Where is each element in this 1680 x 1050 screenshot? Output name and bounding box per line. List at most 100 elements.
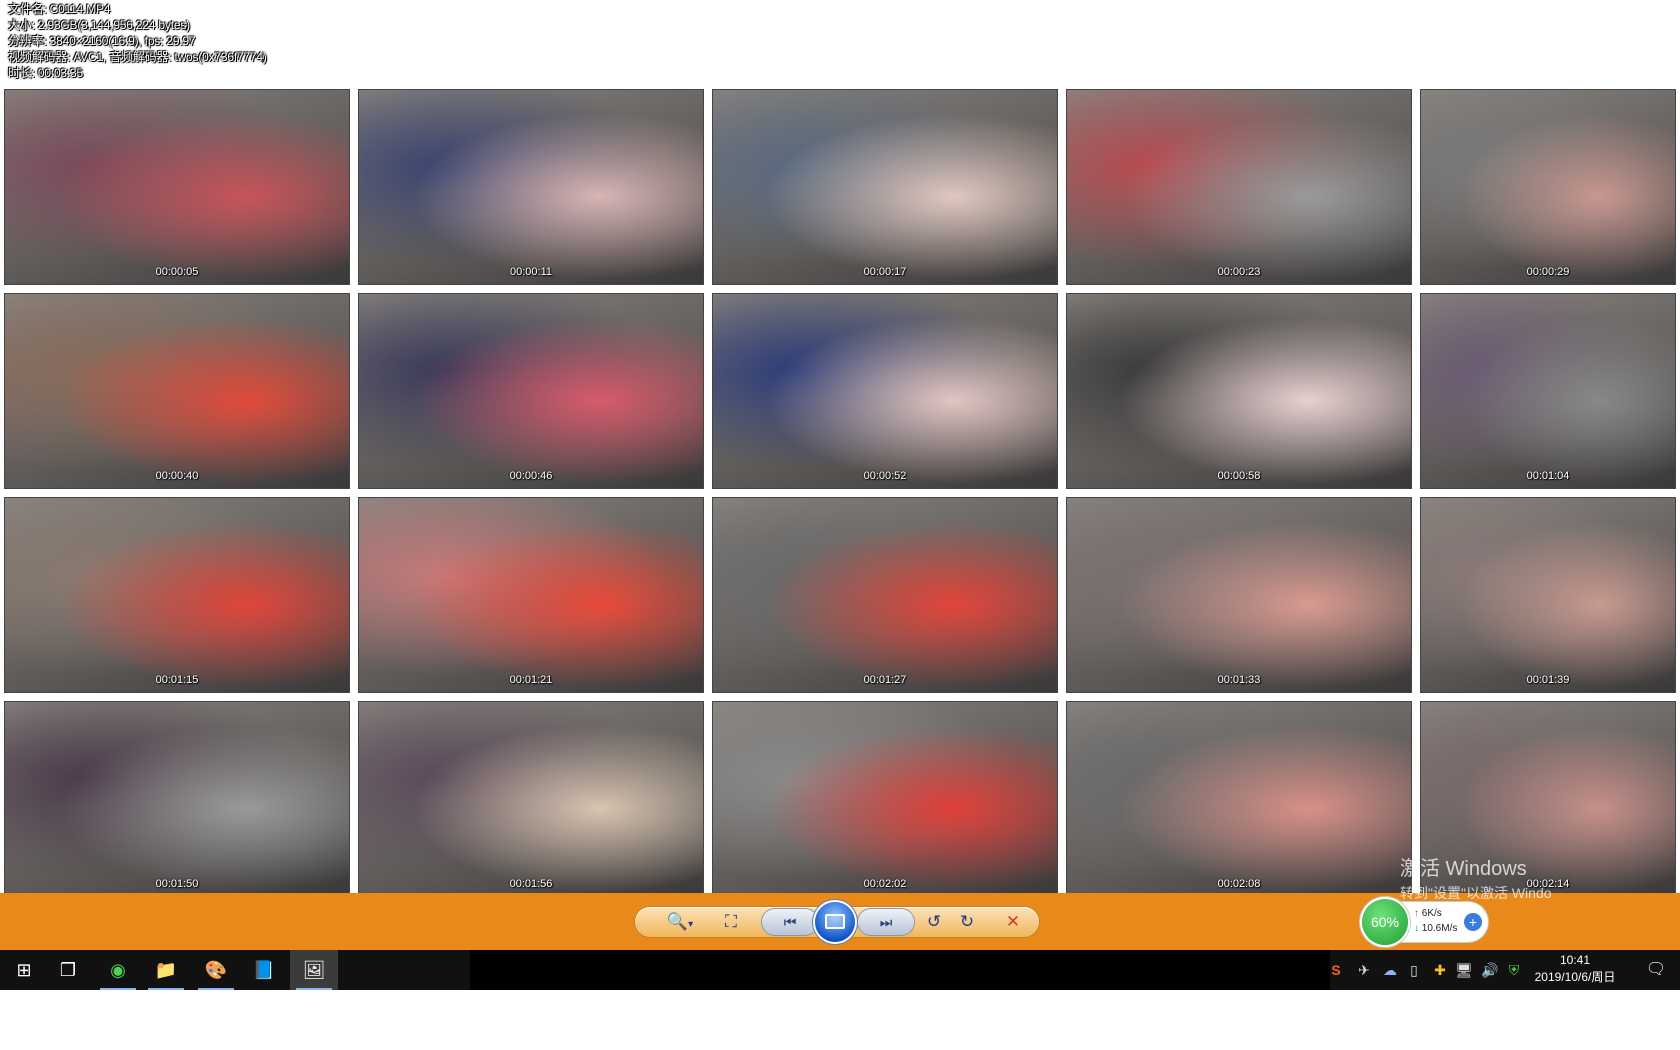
thumbnail-timestamp: 00:00:11 xyxy=(509,266,552,278)
thumbnail-image xyxy=(359,90,703,284)
chevron-down-icon: ▾ xyxy=(688,919,694,930)
image-viewer-icon: 🖼 xyxy=(302,960,326,980)
thumbnail-timestamp: 00:00:05 xyxy=(155,266,199,278)
taskbar-notes[interactable]: 📘 xyxy=(240,950,288,990)
thumbnail[interactable]: 00:00:23 xyxy=(1066,89,1412,285)
next-button[interactable]: ⏭ xyxy=(858,909,914,935)
taskbar-empty-area xyxy=(470,950,1330,990)
thumbnail[interactable]: 00:01:39 xyxy=(1420,497,1676,693)
task-view-icon: ❐ xyxy=(59,960,77,980)
thumbnail-image xyxy=(1067,90,1411,284)
thumbnail[interactable]: 00:01:21 xyxy=(358,497,704,693)
taskbar-file-explorer[interactable]: 📁 xyxy=(142,950,190,990)
sogou-input-icon[interactable]: S xyxy=(1324,950,1348,990)
thumbnail-timestamp: 00:00:23 xyxy=(1217,266,1261,278)
thumbnail-timestamp: 00:00:58 xyxy=(1217,470,1261,482)
thumbnail[interactable]: 00:01:27 xyxy=(712,497,1058,693)
thumbnail-image xyxy=(1421,90,1675,284)
thumbnail[interactable]: 00:01:04 xyxy=(1420,293,1676,489)
start-button[interactable]: ⊞ xyxy=(0,950,48,990)
thumbnail-image xyxy=(713,498,1057,692)
close-icon: ✕ xyxy=(1005,912,1021,931)
clock-date: 2019/10/6/周日 xyxy=(1534,970,1616,984)
taskbar-browser[interactable]: ◉ xyxy=(94,950,142,990)
thumbnail-image xyxy=(359,702,703,896)
next-icon: ⏭ xyxy=(879,914,893,930)
thumbnail[interactable]: 00:00:58 xyxy=(1066,293,1412,489)
file-name-text: 文件名: C0114.MP4 xyxy=(8,2,111,16)
task-view-button[interactable]: ❐ xyxy=(44,950,92,990)
thumbnail-timestamp: 00:00:52 xyxy=(863,470,907,482)
thumbnail-image xyxy=(5,702,349,896)
thumbnail[interactable]: 00:00:46 xyxy=(358,293,704,489)
monitor-icon[interactable]: 🖥 xyxy=(1452,950,1476,990)
zoom-icon: 🔍 xyxy=(666,912,689,931)
plus-icon[interactable]: + xyxy=(1464,913,1482,931)
zoom-button[interactable]: 🔍▾ xyxy=(660,911,700,933)
duration-text: 时长: 00:03:35 xyxy=(8,66,83,80)
taskbar-image-viewer[interactable]: 🖼 xyxy=(290,950,338,990)
upload-speed: ↑ 6K/s xyxy=(1414,908,1442,919)
thumbnail-timestamp: 00:01:27 xyxy=(863,674,907,686)
thumbnail-timestamp: 00:01:50 xyxy=(155,878,199,890)
fit-window-button[interactable]: ⛶ xyxy=(718,911,744,933)
thumbnail[interactable]: 00:00:52 xyxy=(712,293,1058,489)
thumbnail-timestamp: 00:01:21 xyxy=(509,674,553,686)
thumbnail-image xyxy=(359,294,703,488)
watermark-subtitle: 转到"设置"以激活 Windo xyxy=(1400,885,1552,901)
thumbnail-image xyxy=(1067,498,1411,692)
previous-button[interactable]: ⏮ xyxy=(762,909,818,935)
thumbnail-image xyxy=(5,498,349,692)
network-off-icon[interactable]: ✈ xyxy=(1352,950,1376,990)
memory-usage-badge[interactable]: 60% xyxy=(1362,899,1408,945)
thumbnail[interactable]: 00:01:56 xyxy=(358,701,704,897)
slideshow-icon xyxy=(825,914,845,929)
thumbnail-image xyxy=(713,294,1057,488)
thumbnail[interactable]: 00:00:29 xyxy=(1420,89,1676,285)
thumbnail[interactable]: 00:00:11 xyxy=(358,89,704,285)
thumbnail-image xyxy=(1421,294,1675,488)
resolution-text: 分辨率: 3840×2160(16:9), fps: 29.97 xyxy=(8,34,196,48)
cloud-icon[interactable]: ☁ xyxy=(1378,950,1402,990)
thumbnail[interactable]: 00:01:33 xyxy=(1066,497,1412,693)
network-speed-widget[interactable]: 60% ↑ 6K/s ↓ 10.6M/s + xyxy=(1362,899,1488,945)
thumbnail-timestamp: 00:00:29 xyxy=(1526,266,1570,278)
thumbnail[interactable]: 00:01:50 xyxy=(4,701,350,897)
add-tray-icon[interactable]: ✚ xyxy=(1428,950,1452,990)
thumbnail-image xyxy=(713,702,1057,896)
browser-icon: ◉ xyxy=(110,960,126,980)
thumbnail-image xyxy=(1421,498,1675,692)
thumbnail-image xyxy=(1067,702,1411,896)
thumbnail[interactable]: 00:00:05 xyxy=(4,89,350,285)
thumbnail-image xyxy=(713,90,1057,284)
thumbnail-image xyxy=(359,498,703,692)
previous-icon: ⏮ xyxy=(783,914,797,930)
notification-button[interactable]: 🗨 xyxy=(1636,950,1676,990)
windows-icon: ⊞ xyxy=(16,960,32,980)
thumbnail-timestamp: 00:00:40 xyxy=(155,470,199,482)
download-speed: ↓ 10.6M/s xyxy=(1414,923,1457,934)
thumbnail[interactable]: 00:02:02 xyxy=(712,701,1058,897)
notebook-icon: 📘 xyxy=(252,960,276,980)
volume-icon[interactable]: 🔊 xyxy=(1478,950,1502,990)
thumbnail-image xyxy=(1067,294,1411,488)
thumbnail-image xyxy=(5,294,349,488)
thumbnail[interactable]: 00:01:15 xyxy=(4,497,350,693)
system-clock[interactable]: 10:41 2019/10/6/周日 xyxy=(1520,952,1630,986)
thumbnail-timestamp: 00:00:46 xyxy=(509,470,553,482)
thumbnail[interactable]: 00:00:40 xyxy=(4,293,350,489)
rotate-left-button[interactable]: ↺ xyxy=(921,911,947,933)
rotate-right-button[interactable]: ↻ xyxy=(954,911,980,933)
thumbnail[interactable]: 00:02:08 xyxy=(1066,701,1412,897)
thumbnail-image xyxy=(5,90,349,284)
usb-icon[interactable]: ▯ xyxy=(1402,950,1426,990)
delete-button[interactable]: ✕ xyxy=(1000,911,1026,933)
thumbnail-timestamp: 00:01:04 xyxy=(1526,470,1570,482)
clock-time: 10:41 xyxy=(1559,953,1591,967)
thumbnail[interactable]: 00:00:17 xyxy=(712,89,1058,285)
thumbnail-timestamp: 00:01:33 xyxy=(1217,674,1261,686)
taskbar-paint[interactable]: 🎨 xyxy=(192,950,240,990)
thumbnail-timestamp: 00:02:08 xyxy=(1217,878,1261,890)
slideshow-button[interactable] xyxy=(815,902,855,942)
thumbnail-timestamp: 00:01:56 xyxy=(509,878,553,890)
